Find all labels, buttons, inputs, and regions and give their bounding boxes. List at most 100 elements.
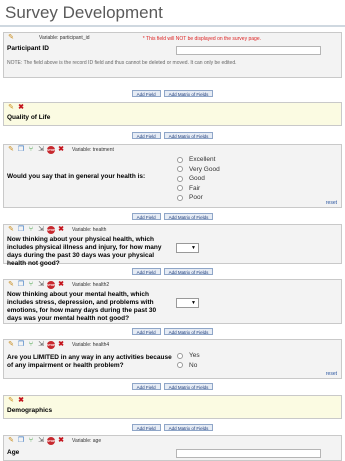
- radio-option[interactable]: Excellent: [177, 155, 220, 165]
- add-field-button[interactable]: Add Field: [131, 268, 161, 275]
- stop-icon[interactable]: STOP: [47, 281, 55, 289]
- radio-button[interactable]: [177, 352, 183, 359]
- stop-icon[interactable]: STOP: [47, 341, 55, 349]
- radio-button[interactable]: [177, 156, 183, 163]
- add-matrix-button[interactable]: Add Matrix of Fields: [163, 90, 214, 97]
- branching-icon[interactable]: ⑂: [27, 281, 35, 289]
- field-label: Are you LIMITED in any way in any activi…: [7, 354, 172, 369]
- pencil-icon[interactable]: ✎: [7, 34, 15, 42]
- reset-link[interactable]: reset: [326, 371, 337, 377]
- variable-label: Variable: participant_id: [39, 35, 90, 41]
- add-matrix-button[interactable]: Add Matrix of Fields: [163, 132, 214, 139]
- field-toolbar: ✎ ❐ ⑂ ⇲ STOP ✖ Variable: health4: [4, 340, 341, 350]
- variable-label: Variable: age: [72, 438, 102, 444]
- copy-icon[interactable]: ❐: [17, 281, 25, 289]
- add-field-button[interactable]: Add Field: [131, 213, 161, 220]
- radio-button[interactable]: [177, 166, 183, 173]
- pencil-icon[interactable]: ✎: [7, 397, 15, 405]
- add-field-button[interactable]: Add Field: [131, 132, 161, 139]
- pencil-icon[interactable]: ✎: [7, 281, 15, 289]
- add-matrix-button[interactable]: Add Matrix of Fields: [163, 268, 214, 275]
- copy-icon[interactable]: ❐: [17, 226, 25, 234]
- branching-icon[interactable]: ⑂: [27, 226, 35, 234]
- field-label: Now thinking about your mental health, w…: [7, 291, 157, 322]
- radio-button[interactable]: [177, 185, 183, 192]
- add-field-button[interactable]: Add Field: [131, 424, 161, 431]
- reset-link[interactable]: reset: [326, 200, 337, 206]
- delete-icon[interactable]: ✖: [17, 104, 25, 112]
- pencil-icon[interactable]: ✎: [7, 226, 15, 234]
- radio-option[interactable]: No: [177, 361, 200, 371]
- move-icon[interactable]: ⇲: [37, 281, 45, 289]
- title-divider: [0, 25, 345, 27]
- radio-option[interactable]: Good: [177, 174, 220, 184]
- add-matrix-button[interactable]: Add Matrix of Fields: [163, 424, 214, 431]
- pencil-icon[interactable]: ✎: [7, 104, 15, 112]
- copy-icon[interactable]: ❐: [17, 146, 25, 154]
- branching-icon[interactable]: ⑂: [27, 437, 35, 445]
- radio-button[interactable]: [177, 194, 183, 201]
- field-label: Would you say that in general your healt…: [7, 173, 146, 180]
- option-label: No: [189, 361, 198, 369]
- participant-id-input[interactable]: [176, 46, 321, 55]
- field-label: Participant ID: [7, 45, 49, 52]
- radio-button[interactable]: [177, 362, 183, 369]
- radio-group: Yes No: [177, 351, 200, 370]
- move-icon[interactable]: ⇲: [37, 437, 45, 445]
- field-age: ✎ ❐ ⑂ ⇲ STOP ✖ Variable: age Age: [3, 435, 342, 461]
- days-select[interactable]: ▼: [176, 243, 199, 253]
- add-field-row: Add Field Add Matrix of Fields: [0, 325, 345, 338]
- option-label: Poor: [189, 194, 203, 202]
- option-label: Good: [189, 175, 205, 183]
- field-health: ✎ ❐ ⑂ ⇲ STOP ✖ Variable: health Now thin…: [3, 224, 342, 267]
- delete-icon[interactable]: ✖: [57, 146, 65, 154]
- radio-option[interactable]: Yes: [177, 351, 200, 361]
- radio-group: Excellent Very Good Good Fair Poor: [177, 155, 220, 203]
- option-label: Excellent: [189, 156, 216, 164]
- stop-icon[interactable]: STOP: [47, 146, 55, 154]
- delete-icon[interactable]: ✖: [57, 341, 65, 349]
- move-icon[interactable]: ⇲: [37, 226, 45, 234]
- add-matrix-button[interactable]: Add Matrix of Fields: [163, 213, 214, 220]
- move-icon[interactable]: ⇲: [37, 146, 45, 154]
- radio-option[interactable]: Poor: [177, 193, 220, 203]
- branching-icon[interactable]: ⑂: [27, 341, 35, 349]
- field-health2: ✎ ❐ ⑂ ⇲ STOP ✖ Variable: health2 Now thi…: [3, 279, 342, 324]
- radio-option[interactable]: Very Good: [177, 165, 220, 175]
- delete-icon[interactable]: ✖: [57, 437, 65, 445]
- survey-page: Survey Development ✎ Variable: participa…: [0, 0, 345, 461]
- pencil-icon[interactable]: ✎: [7, 146, 15, 154]
- delete-icon[interactable]: ✖: [57, 226, 65, 234]
- delete-icon[interactable]: ✖: [57, 281, 65, 289]
- section-label: Quality of Life: [7, 114, 51, 121]
- branching-icon[interactable]: ⑂: [27, 146, 35, 154]
- variable-label: Variable: health2: [72, 282, 110, 288]
- field-health4: ✎ ❐ ⑂ ⇲ STOP ✖ Variable: health4 Are you…: [3, 339, 342, 379]
- add-field-row: Add Field Add Matrix of Fields: [0, 129, 345, 142]
- variable-label: Variable: health: [72, 227, 107, 233]
- age-input[interactable]: [176, 449, 321, 458]
- question-row: Demographics: [4, 407, 341, 415]
- copy-icon[interactable]: ❐: [17, 437, 25, 445]
- section-label: Demographics: [7, 407, 53, 414]
- stop-icon[interactable]: STOP: [47, 226, 55, 234]
- field-toolbar: ✎ ✖: [4, 103, 341, 113]
- copy-icon[interactable]: ❐: [17, 341, 25, 349]
- stop-icon[interactable]: STOP: [47, 437, 55, 445]
- add-field-button[interactable]: Add Field: [131, 328, 161, 335]
- add-matrix-button[interactable]: Add Matrix of Fields: [163, 328, 214, 335]
- move-icon[interactable]: ⇲: [37, 341, 45, 349]
- option-label: Fair: [189, 184, 201, 192]
- field-label: Age: [7, 449, 20, 456]
- add-matrix-button[interactable]: Add Matrix of Fields: [163, 383, 214, 390]
- pencil-icon[interactable]: ✎: [7, 341, 15, 349]
- pencil-icon[interactable]: ✎: [7, 437, 15, 445]
- radio-option[interactable]: Fair: [177, 184, 220, 194]
- delete-icon[interactable]: ✖: [17, 397, 25, 405]
- option-label: Yes: [189, 352, 200, 360]
- days-select[interactable]: ▼: [176, 298, 199, 308]
- section-header-demographics: ✎ ✖ Demographics: [3, 395, 342, 419]
- add-field-button[interactable]: Add Field: [131, 90, 161, 97]
- add-field-button[interactable]: Add Field: [131, 383, 161, 390]
- radio-button[interactable]: [177, 175, 183, 182]
